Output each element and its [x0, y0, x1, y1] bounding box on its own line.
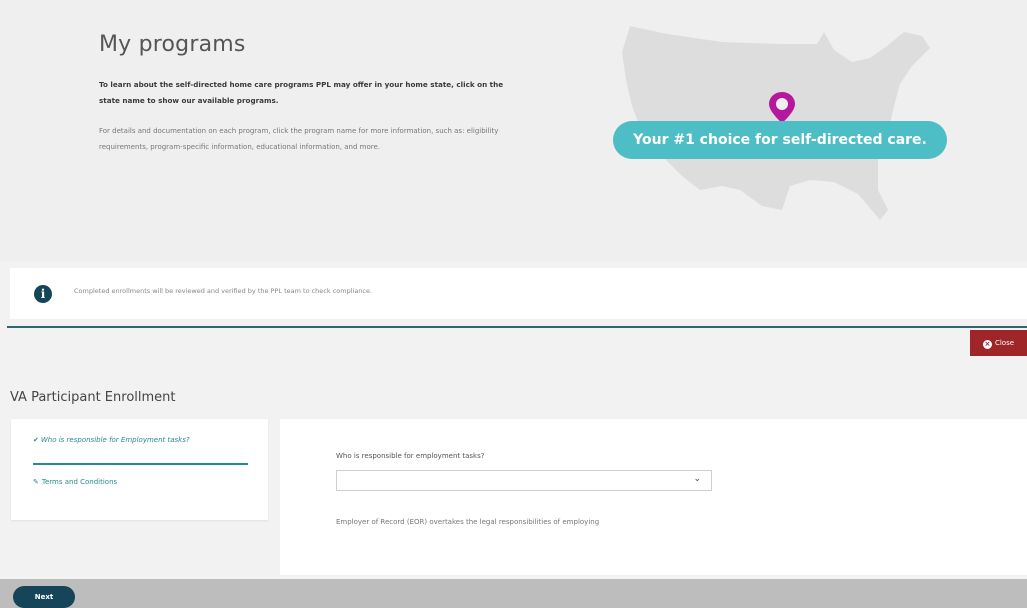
close-button[interactable]: × Close	[970, 330, 1027, 356]
section-divider	[7, 326, 1027, 328]
info-icon: i	[34, 285, 52, 303]
hero-banner: My programs To learn about the self-dire…	[0, 0, 1027, 262]
step-terms-and-conditions[interactable]: ✎ Terms and Conditions	[33, 478, 117, 486]
close-icon: ×	[982, 340, 992, 349]
next-button[interactable]: Next	[13, 586, 75, 608]
tagline-pill: Your #1 choice for self-directed care.	[613, 121, 947, 159]
info-banner: i Completed enrollments will be reviewed…	[10, 268, 1027, 319]
eor-description: Employer of Record (EOR) overtakes the l…	[336, 518, 600, 526]
steps-sidebar: ✔ Who is responsible for Employment tasks…	[11, 419, 268, 520]
hero-details-text: For details and documentation on each pr…	[99, 127, 499, 151]
step-label: Who is responsible for Employment tasks?	[40, 436, 190, 444]
chevron-down-icon: ⌄	[693, 474, 701, 484]
step-label: Terms and Conditions	[41, 478, 118, 486]
checkmark-icon: ✔	[33, 436, 39, 444]
step-employment-tasks[interactable]: ✔ Who is responsible for Employment tasks…	[33, 435, 233, 445]
location-pin-icon	[769, 92, 795, 123]
footer-bar	[0, 579, 1027, 608]
close-label: Close	[994, 339, 1015, 347]
enrollment-form-panel: Who is responsible for employment tasks?…	[280, 419, 1027, 575]
active-step-underline	[33, 463, 248, 465]
employment-question-label: Who is responsible for employment tasks?	[336, 452, 485, 460]
enrollment-title: VA Participant Enrollment	[10, 390, 176, 405]
hero-intro-text: To learn about the self-directed home ca…	[99, 80, 504, 105]
info-message: Completed enrollments will be reviewed a…	[74, 287, 373, 295]
pencil-icon: ✎	[33, 478, 39, 486]
employment-responsibility-select[interactable]: ⌄	[336, 470, 712, 491]
page-title: My programs	[99, 32, 246, 57]
